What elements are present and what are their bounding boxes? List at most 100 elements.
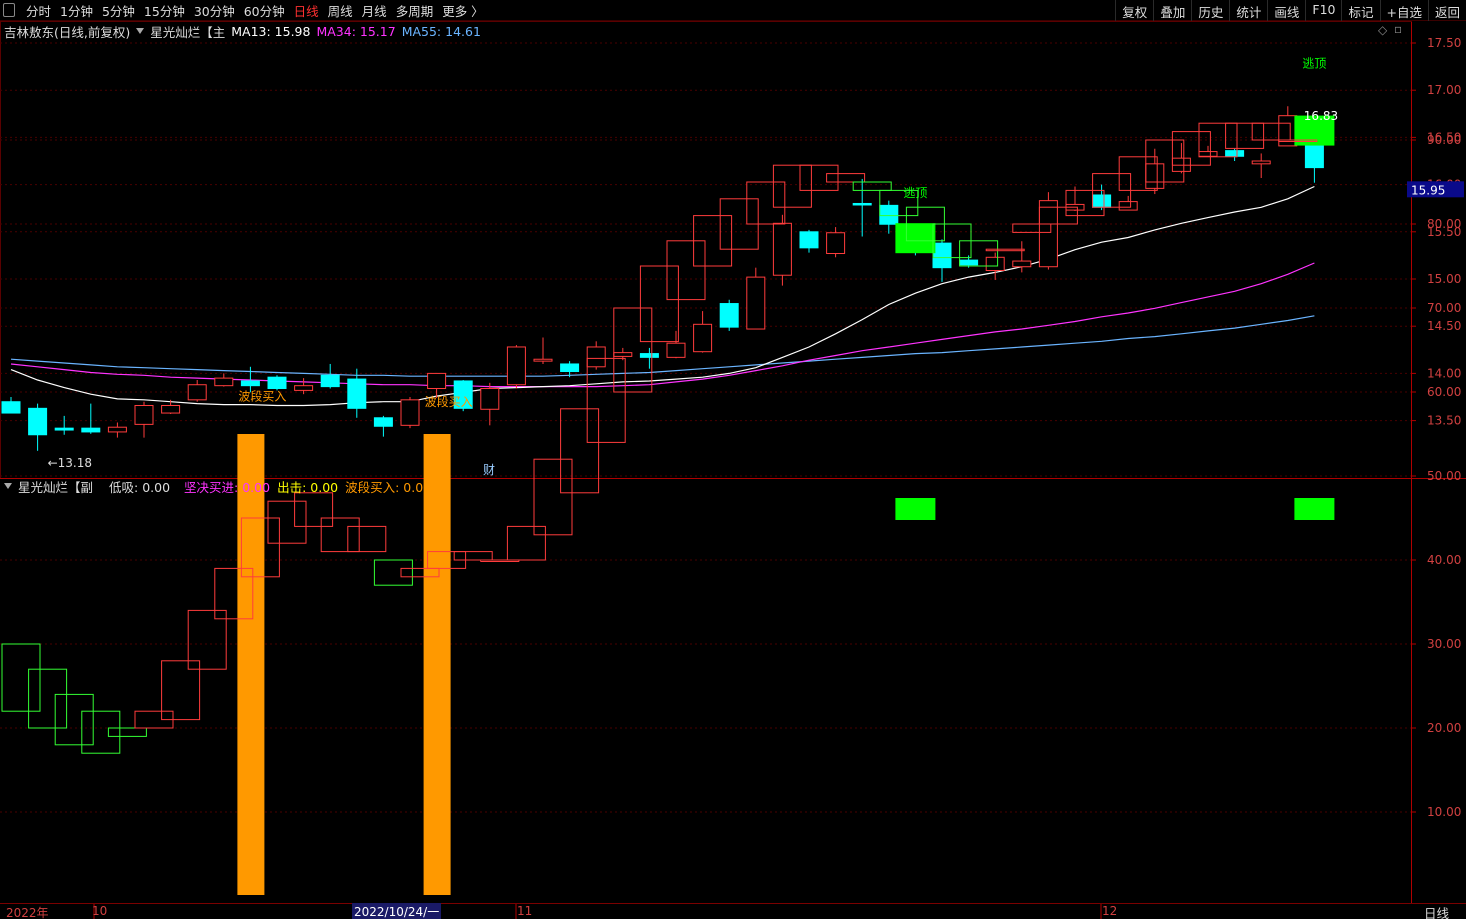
time-label-nov: 11 [517,904,533,918]
sub-y-tick-label: 60.00 [1427,385,1461,399]
sub-indicator-name[interactable]: 星光灿烂【副 [18,477,93,496]
ma34-line [10,262,1315,388]
time-axis [0,903,1466,919]
collapse-icon[interactable]: ◇ [1378,23,1387,37]
candle-up [1038,200,1058,268]
indicator-dropdown-icon[interactable] [136,28,145,34]
candle-up [1118,201,1138,211]
ma13-line [10,185,1315,407]
sub-box-up [320,517,360,553]
candle-up [161,404,181,414]
low-price-marker: ←13.18 [48,456,92,470]
candle-down [852,202,872,206]
candle-up [1251,160,1271,165]
main-y-tick-label: 17.00 [1427,83,1461,97]
candle-up [107,426,127,433]
sub-box-up [666,240,706,301]
main-y-tick-label: 17.50 [1427,36,1461,50]
candle-up [506,346,526,386]
time-label-oct: 10 [92,904,108,918]
candle-up [693,323,713,353]
firm-buy-label: 坚决买进: 0.00 [184,479,271,495]
sub-y-tick-label: 30.00 [1427,637,1461,651]
candle-down [560,363,580,373]
sub-box-up [294,492,334,527]
sub-box-up [772,164,812,208]
candle-up [826,232,846,255]
sub-y-tick-label: 20.00 [1427,721,1461,735]
candle-up [1198,151,1218,157]
sub-box-up [560,408,600,494]
top-signal-box [895,223,936,254]
candle-down [1092,194,1112,208]
sub-y-tick-label: 80.00 [1427,217,1461,231]
ma34-label: MA34: 15.17 [316,23,396,39]
candle-up [746,276,766,330]
sub-box-up [746,181,786,225]
main-panel-header: 吉林敖东(日线,前复权) 星光灿烂【主 MA13: 15.98 MA34: 15… [4,22,487,40]
sub-box-down [54,693,94,746]
candle-down [1,401,21,414]
candle-down [347,378,367,409]
current-price-tag: 15.95 [1411,183,1445,197]
sub-y-tick-label: 90.00 [1427,133,1461,147]
sub-box-down [1,643,41,712]
candle-down [799,231,819,249]
high-price-marker: 16.83 [1304,109,1338,123]
sub-box-up [799,164,839,191]
candle-up [613,352,633,357]
sub-box-down [81,710,121,754]
candle-down [320,374,340,388]
top-signal-label: 逃顶 [903,186,927,200]
stock-title[interactable]: 吉林敖东(日线,前复权) [4,22,130,41]
main-y-tick-label: 15.00 [1427,272,1461,286]
sub-box-up [613,307,653,393]
chart-canvas[interactable]: 13.5014.0014.5015.0015.5016.0016.5017.00… [0,0,1466,919]
main-indicator-name[interactable]: 星光灿烂【主 [150,22,225,41]
candle-down [639,353,659,358]
time-label-dec: 12 [1102,904,1118,918]
candle-down [932,242,952,269]
sub-indicator-dropdown-icon[interactable] [4,483,12,489]
expand-icon[interactable]: ▫ [1394,22,1402,36]
ma55-label: MA55: 14.61 [401,23,481,39]
sub-y-tick-label: 40.00 [1427,553,1461,567]
candle-up [772,222,792,276]
wave-buy-bar [423,434,451,895]
finance-mark[interactable]: 财 [483,461,495,478]
sub-box-up [826,173,866,183]
ma13-label: MA13: 15.98 [231,23,311,39]
sub-panel-header: 星光灿烂【副 低吸: 0.00 坚决买进: 0.00 出击: 0.00 波段买入… [4,477,438,495]
main-y-tick-label: 13.50 [1427,414,1461,428]
candle-down [54,427,74,431]
top-signal-label: 逃顶 [1302,57,1326,71]
candle-down [719,303,739,328]
candle-down [373,417,393,427]
wave-buy-bar [237,434,265,895]
wave-buy-label: 波段买入 [238,388,286,403]
sub-y-tick-label: 10.00 [1427,805,1461,819]
candle-down [959,259,979,266]
candle-up [134,404,154,425]
candle-up [586,346,606,368]
main-y-tick-label: 14.00 [1427,366,1461,380]
candle-up [214,377,234,387]
sub-box-up [347,525,387,553]
time-cursor-date: 2022/10/24/一 [352,903,442,919]
sub-box-up [533,458,573,536]
sub-y-tick-label: 70.00 [1427,301,1461,315]
candle-up [666,342,686,358]
sub-y-tick-label: 50.00 [1427,469,1461,483]
sub-box-up [639,265,679,343]
sub-top-signal-box [895,498,936,520]
candle-up [1012,260,1032,268]
candle-up [294,385,314,391]
sub-box-down [28,668,68,729]
candle-up [533,358,553,362]
candle-down [28,407,48,436]
candle-up [187,384,207,401]
sub-box-up [985,248,1025,252]
candle-down [267,376,287,390]
sub-box-up [1225,122,1265,149]
period-indicator[interactable]: 日线 [1424,903,1449,919]
